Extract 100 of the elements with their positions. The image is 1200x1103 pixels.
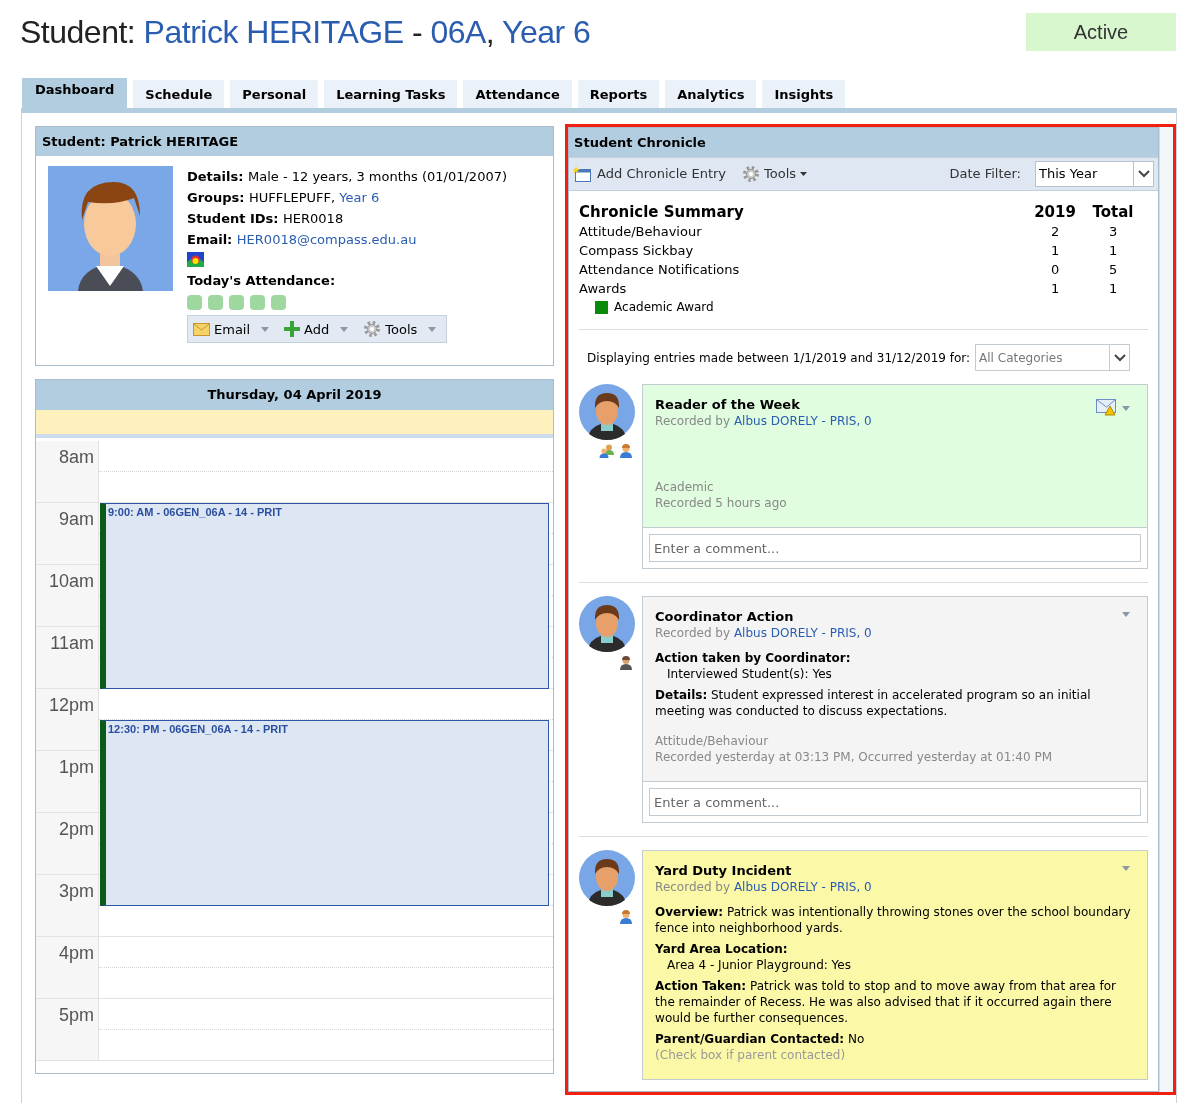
field-label: Yard Area Location: xyxy=(655,941,789,957)
entry-category: Attitude/Behaviour xyxy=(655,733,770,749)
add-entry-button[interactable]: Add Chronicle Entry xyxy=(573,164,727,184)
hour-label: 8am xyxy=(36,441,99,502)
hour-label: 12pm xyxy=(36,689,99,750)
hour-label: 3pm xyxy=(36,875,99,936)
person-icon xyxy=(619,444,634,458)
link[interactable]: Year 6 xyxy=(339,190,380,205)
hour-label: 4pm xyxy=(36,937,99,998)
panel-title: Student Chronicle xyxy=(569,128,1158,157)
flag-icon xyxy=(187,252,204,267)
tab[interactable]: Schedule xyxy=(133,80,225,108)
summary-value: 0 xyxy=(1049,261,1061,279)
field-label: Action taken by Coordinator: xyxy=(655,650,852,666)
summary-label: Compass Sickbay xyxy=(579,242,695,260)
calendar-add-icon xyxy=(573,165,593,183)
caret-icon xyxy=(427,325,438,333)
envelope-icon xyxy=(193,322,210,336)
summary-label: Attendance Notifications xyxy=(579,261,741,279)
summary-value: 1 xyxy=(1107,280,1119,298)
hour-label: 5pm xyxy=(36,999,99,1060)
legend-label: Academic Award xyxy=(614,299,714,316)
calendar-event[interactable]: 12:30: PM - 06GEN_06A - 14 - PRIT xyxy=(100,720,550,906)
summary-label: Attitude/Behaviour xyxy=(579,223,703,241)
entry-timestamp: Recorded yesterday at 03:13 PM, Occurred yesterday at 01:40 PM xyxy=(655,749,1054,765)
author-link[interactable]: Albus DORELY - PRIS, 0 xyxy=(733,414,872,428)
summary-value: 1 xyxy=(1049,242,1061,260)
recorded-by: Recorded by Albus DORELY - PRIS, 0 xyxy=(655,625,873,641)
entry-title: Coordinator Action xyxy=(655,609,794,625)
date-filter-select[interactable]: This Year xyxy=(1035,161,1154,187)
summary-value: 1 xyxy=(1049,280,1061,298)
date-filter-label: Date Filter: xyxy=(949,165,1021,184)
author-link[interactable]: Albus DORELY - PRIS, 0 xyxy=(733,880,872,894)
field-text: Details: Student expressed interest in accelerated program so an initial meeting was conducted to discuss expectations. xyxy=(655,687,1092,719)
hour-label: 2pm xyxy=(36,813,99,874)
column-header: 2019 xyxy=(1033,203,1077,222)
detail-line: Email: HER0018@compass.edu.au xyxy=(187,231,418,249)
detail-line: Groups: HUFFLEPUFF, Year 6 xyxy=(187,189,381,207)
hour-label: 1pm xyxy=(36,751,99,812)
caret-icon xyxy=(339,325,350,333)
hour-label: 9am xyxy=(36,503,99,564)
detail-line: Student IDs: HER0018 xyxy=(187,210,345,228)
people-icon xyxy=(599,444,617,458)
caret-icon xyxy=(1121,865,1131,872)
user-avatar-icon xyxy=(579,850,636,906)
toolbar-button[interactable]: Email xyxy=(193,318,271,340)
field-text: Overview: Patrick was intentionally throwing stones over the school boundary fence into neighborhood yards. xyxy=(655,904,1132,936)
field-text: Parent/Guardian Contacted: No xyxy=(655,1031,866,1047)
user-avatar-icon xyxy=(579,596,636,652)
hour-label: 11am xyxy=(36,627,99,688)
comment-field[interactable]: Enter a comment... xyxy=(649,788,1141,816)
range-text: Displaying entries made between 1/1/2019 and 31/12/2019 for: xyxy=(587,349,971,367)
field-text: Action Taken: Patrick was told to stop and to move away from that area for the remainder of Recess. He was also advised that if it occurred again there would be further consequences. xyxy=(655,978,1118,1026)
plus-icon xyxy=(284,321,301,337)
entry-timestamp: Recorded 5 hours ago xyxy=(655,495,788,511)
tab[interactable]: Insights xyxy=(762,80,846,108)
summary-value: 2 xyxy=(1049,223,1061,241)
field-value: Area 4 - Junior Playground: Yes xyxy=(666,957,852,973)
chevron-down-icon xyxy=(1133,162,1153,186)
status-badge: Active xyxy=(1026,13,1176,51)
author-link[interactable]: Albus DORELY - PRIS, 0 xyxy=(733,626,872,640)
entry-title: Reader of the Week xyxy=(655,397,800,413)
tab[interactable]: Personal xyxy=(230,80,319,108)
panel-title: Student: Patrick HERITAGE xyxy=(36,127,554,156)
entry-title: Yard Duty Incident xyxy=(655,863,792,879)
gear-icon xyxy=(363,320,382,338)
detail-line: Details: Male - 12 years, 3 months (01/01/2007) xyxy=(187,168,508,186)
category-select[interactable]: All Categories xyxy=(975,344,1131,371)
field-value: Interviewed Student(s): Yes xyxy=(666,666,833,682)
gear-icon xyxy=(742,165,761,183)
email-link[interactable]: HER0018@compass.edu.au xyxy=(236,232,417,247)
column-header: Total xyxy=(1091,203,1135,222)
page-title: Student: Patrick HERITAGE - 06A, Year 6 xyxy=(20,13,591,52)
person-icon xyxy=(619,910,634,924)
comment-field[interactable]: Enter a comment... xyxy=(649,534,1141,562)
toolbar-button[interactable]: Tools xyxy=(363,318,438,340)
tab[interactable]: Analytics xyxy=(665,80,757,108)
toolbar-button[interactable]: Add xyxy=(284,318,350,340)
calendar-event[interactable]: 9:00: AM - 06GEN_06A - 14 - PRIT xyxy=(100,503,550,689)
caret-icon xyxy=(1121,611,1131,618)
recorded-by: Recorded by Albus DORELY - PRIS, 0 xyxy=(655,879,873,895)
hour-label: 10am xyxy=(36,565,99,626)
tab[interactable]: Reports xyxy=(577,80,660,108)
tab[interactable]: Attendance xyxy=(463,80,572,108)
summary-title: Chronicle Summary xyxy=(579,203,745,222)
entry-category: Academic xyxy=(655,479,715,495)
attendance-label: Today's Attendance: xyxy=(187,272,337,290)
summary-value: 3 xyxy=(1107,223,1119,241)
calendar-date: Thursday, 04 April 2019 xyxy=(36,380,554,410)
person-icon xyxy=(619,656,634,670)
caret-icon xyxy=(260,325,271,333)
tab[interactable]: Learning Tasks xyxy=(324,80,458,108)
tools-button[interactable]: Tools xyxy=(742,164,808,184)
summary-value: 1 xyxy=(1107,242,1119,260)
recorded-by: Recorded by Albus DORELY - PRIS, 0 xyxy=(655,413,873,429)
tab[interactable]: Dashboard xyxy=(22,78,128,108)
user-avatar-icon xyxy=(579,384,636,440)
summary-label: Awards xyxy=(579,280,628,298)
field-note: (Check box if parent contacted) xyxy=(655,1047,847,1063)
summary-value: 5 xyxy=(1107,261,1119,279)
